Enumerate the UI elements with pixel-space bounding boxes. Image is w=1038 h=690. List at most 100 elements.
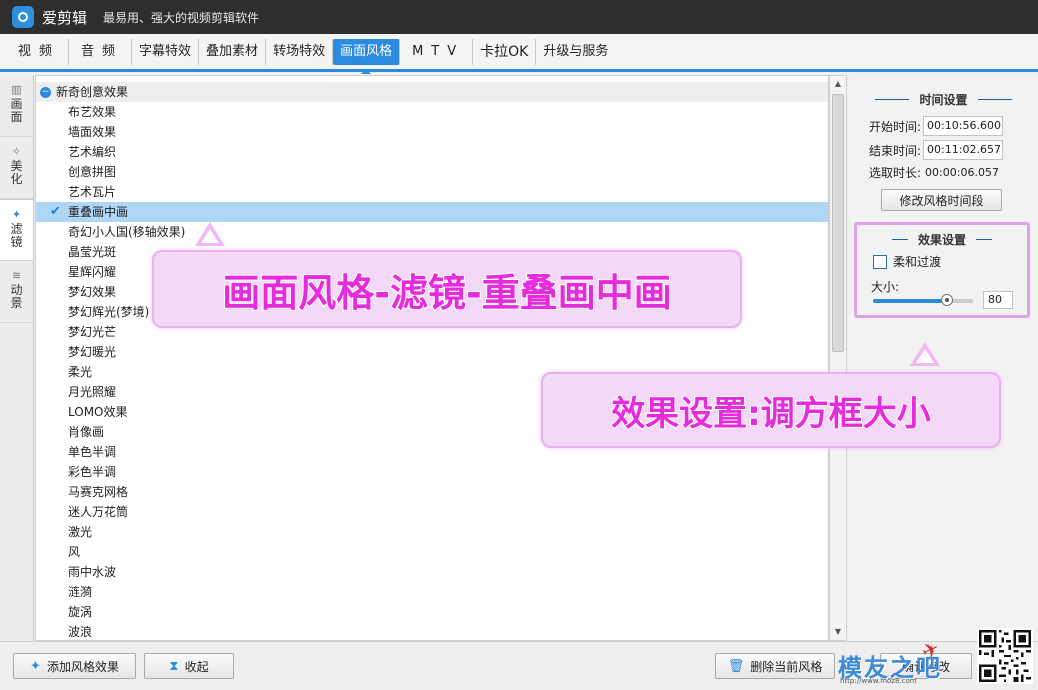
tab-karaoke[interactable]: 卡拉OK bbox=[473, 38, 537, 65]
qr-code-icon bbox=[977, 628, 1033, 684]
time-settings-title: 时间设置 bbox=[919, 93, 968, 107]
end-time-field[interactable]: 00:11:02.657 bbox=[923, 140, 1004, 160]
effect-settings-box: 效果设置 柔和过渡 大小: 80 bbox=[854, 222, 1030, 318]
site-watermark: 模友之吧 ✈ http://www.moz8.com bbox=[836, 636, 976, 688]
tab-transition-effects[interactable]: 转场特效 bbox=[266, 38, 334, 65]
watermark-url: http://www.moz8.com bbox=[840, 677, 917, 685]
duration-row: 选取时长: 00:00:06.057 bbox=[869, 164, 999, 181]
divider bbox=[977, 99, 1012, 100]
add-style-label: 添加风格效果 bbox=[46, 659, 119, 674]
settings-panel: 时间设置 开始时间: 00:10:56.600 结束时间: 00:11:02.6… bbox=[849, 75, 1038, 641]
wave-icon: ≋ bbox=[11, 269, 22, 282]
duration-label: 选取时长: bbox=[869, 166, 922, 180]
collapse-arrows-icon: ⧗ bbox=[169, 658, 179, 674]
list-item[interactable]: 彩色半调 bbox=[36, 462, 828, 482]
side-tab-screen[interactable]: ▥ 画面 bbox=[0, 75, 33, 137]
effect-settings-header: 效果设置 bbox=[857, 231, 1027, 248]
app-name: 爱剪辑 bbox=[42, 8, 88, 27]
tab-mtv[interactable]: MTV bbox=[400, 38, 474, 65]
list-item[interactable]: 风 bbox=[36, 542, 828, 562]
time-settings-header: 时间设置 bbox=[849, 91, 1038, 108]
annotation-effect-settings: 效果设置:调方框大小 bbox=[541, 372, 1001, 448]
list-item[interactable]: 迷人万花筒 bbox=[36, 502, 828, 522]
effect-list: − 新奇创意效果 布艺效果 墙面效果 艺术编织 创意拼图 艺术瓦片 ✔ 重叠画中… bbox=[35, 75, 829, 641]
list-group-header[interactable]: − 新奇创意效果 bbox=[36, 82, 828, 102]
soft-transition-label: 柔和过渡 bbox=[893, 255, 942, 269]
app-slogan: 最易用、强大的视频剪辑软件 bbox=[103, 10, 260, 25]
check-icon: ✔ bbox=[50, 204, 61, 219]
tab-screen-style[interactable]: 画面风格 bbox=[333, 38, 401, 74]
annotation-pointer-up-icon bbox=[910, 342, 940, 366]
annotation-filter-path: 画面风格-滤镜-重叠画中画 bbox=[152, 250, 742, 328]
list-item[interactable]: 波浪 bbox=[36, 622, 828, 640]
divider bbox=[976, 239, 992, 240]
add-style-button[interactable]: ✦ 添加风格效果 bbox=[13, 653, 136, 679]
divider bbox=[891, 239, 908, 240]
duration-value: 00:00:06.057 bbox=[925, 166, 999, 179]
list-item[interactable]: 梦幻暖光 bbox=[36, 342, 828, 362]
tab-audio[interactable]: 音频 bbox=[69, 38, 133, 65]
side-tab-label: 动景 bbox=[10, 283, 23, 310]
annotation-effect-settings-text: 效果设置:调方框大小 bbox=[610, 393, 932, 435]
list-item[interactable]: 奇幻小人国(移轴效果) bbox=[36, 222, 828, 242]
list-item-label: 重叠画中画 bbox=[68, 205, 129, 219]
side-tab-label: 滤镜 bbox=[10, 222, 23, 249]
list-item[interactable]: 旋涡 bbox=[36, 602, 828, 622]
side-tab-beautify[interactable]: ✧ 美化 bbox=[0, 137, 33, 199]
side-tabs: ▥ 画面 ✧ 美化 ✦ 滤镜 ≋ 动景 bbox=[0, 75, 34, 641]
delete-style-button[interactable]: 🗑 删除当前风格 bbox=[715, 653, 835, 679]
list-item[interactable]: 雨中水波 bbox=[36, 562, 828, 582]
collapse-label: 收起 bbox=[184, 659, 209, 674]
list-item[interactable]: 墙面效果 bbox=[36, 122, 828, 142]
collapse-button[interactable]: ⧗ 收起 bbox=[144, 653, 234, 679]
collapse-icon[interactable]: − bbox=[40, 86, 51, 98]
start-time-row: 开始时间: 00:10:56.600 bbox=[869, 116, 1004, 136]
delete-style-label: 删除当前风格 bbox=[750, 659, 823, 674]
side-tab-filter[interactable]: ✦ 滤镜 bbox=[0, 199, 33, 261]
end-time-label: 结束时间: bbox=[869, 143, 922, 158]
trash-icon: 🗑 bbox=[727, 658, 745, 674]
soft-transition-checkbox[interactable] bbox=[873, 254, 887, 269]
list-item[interactable]: 激光 bbox=[36, 522, 828, 542]
size-slider-fill bbox=[873, 299, 947, 303]
tab-upgrade-service[interactable]: 升级与服务 bbox=[536, 39, 615, 65]
end-time-row: 结束时间: 00:11:02.657 bbox=[869, 140, 1004, 160]
list-item[interactable]: 马赛克网格 bbox=[36, 482, 828, 502]
side-tab-label: 画面 bbox=[10, 97, 23, 124]
scroll-thumb[interactable] bbox=[832, 94, 844, 352]
modify-time-button[interactable]: 修改风格时间段 bbox=[881, 189, 1002, 211]
title-bar: 爱剪辑 最易用、强大的视频剪辑软件 bbox=[0, 0, 1038, 34]
size-value-field[interactable]: 80 bbox=[983, 291, 1013, 309]
list-item[interactable]: 布艺效果 bbox=[36, 102, 828, 122]
tab-overlay-materials[interactable]: 叠加素材 bbox=[199, 38, 267, 65]
scroll-down-icon[interactable]: ▼ bbox=[830, 624, 846, 640]
magic-wand-icon: ✦ bbox=[30, 658, 41, 674]
list-item[interactable]: 艺术瓦片 bbox=[36, 182, 828, 202]
list-item[interactable]: 艺术编织 bbox=[36, 142, 828, 162]
magic-icon: ✧ bbox=[11, 145, 22, 158]
size-label: 大小: bbox=[871, 280, 900, 294]
soft-transition-row[interactable]: 柔和过渡 bbox=[873, 253, 941, 270]
list-item[interactable]: 涟漪 bbox=[36, 582, 828, 602]
side-tab-label: 美化 bbox=[10, 159, 23, 186]
film-icon: ▥ bbox=[11, 83, 22, 96]
size-slider[interactable] bbox=[873, 294, 973, 306]
scroll-up-icon[interactable]: ▲ bbox=[830, 76, 846, 92]
start-time-field[interactable]: 00:10:56.600 bbox=[923, 116, 1004, 136]
size-slider-knob[interactable] bbox=[941, 294, 953, 306]
effect-settings-title: 效果设置 bbox=[917, 233, 966, 247]
annotation-filter-path-text: 画面风格-滤镜-重叠画中画 bbox=[221, 270, 673, 316]
annotation-pointer-up-icon bbox=[195, 222, 225, 246]
group-label: 新奇创意效果 bbox=[56, 85, 129, 99]
list-item-selected[interactable]: ✔ 重叠画中画 bbox=[36, 202, 828, 222]
side-tab-motion[interactable]: ≋ 动景 bbox=[0, 261, 33, 323]
divider bbox=[875, 99, 910, 100]
tab-subtitle-effects[interactable]: 字幕特效 bbox=[132, 38, 200, 65]
list-item[interactable]: 创意拼图 bbox=[36, 162, 828, 182]
main-tab-bar: 视频 音频 字幕特效 叠加素材 转场特效 画面风格 MTV 卡拉OK 升级与服务 bbox=[0, 34, 1038, 74]
wand-icon: ✦ bbox=[11, 208, 22, 221]
start-time-label: 开始时间: bbox=[869, 119, 922, 134]
app-logo-icon bbox=[12, 6, 34, 28]
tab-video[interactable]: 视频 bbox=[6, 38, 70, 65]
list-scrollbar[interactable]: ▲ ▼ bbox=[829, 75, 847, 641]
